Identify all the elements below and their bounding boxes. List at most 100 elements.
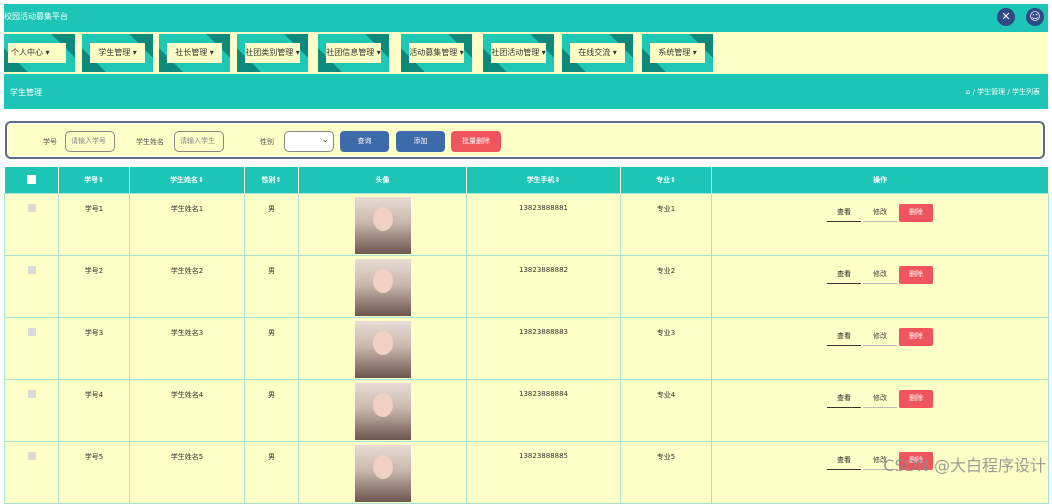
cell-gender: 男 (244, 192, 299, 256)
nav-label: 个人中心 ▾ (8, 43, 66, 63)
edit-button[interactable]: 修改 (863, 390, 897, 408)
row-checkbox[interactable] (27, 389, 36, 398)
table-row: 学号1 学生姓名1 男 13823888881 专业1 查看 修改 删除 (4, 192, 1049, 256)
user-icon[interactable]: ☺ (1026, 8, 1044, 26)
cell-major: 专业4 (620, 378, 712, 442)
breadcrumb: ⌂ / 学生管理 / 学生列表 (965, 88, 1040, 96)
sort-icon: ⇕ (670, 175, 676, 184)
view-button[interactable]: 查看 (827, 328, 861, 346)
row-checkbox[interactable] (27, 265, 36, 274)
nav-label: 社团类别管理 ▾ (245, 43, 300, 63)
nav-label: 社团信息管理 ▾ (326, 43, 381, 63)
query-button[interactable]: 查询 (340, 131, 389, 152)
row-checkbox[interactable] (27, 203, 36, 212)
name-label: 学生姓名 (136, 138, 164, 146)
nav-label: 系统管理 ▾ (650, 43, 705, 63)
col-xuehao[interactable]: 学号⇕ (58, 167, 130, 193)
nav-item-personal[interactable]: 个人中心 ▾ (4, 34, 75, 72)
delete-button[interactable]: 删除 (899, 327, 933, 346)
avatar (354, 444, 411, 502)
cell-phone: 13823888885 (466, 440, 621, 504)
sort-icon: ⇕ (98, 175, 104, 184)
nav-label: 社长管理 ▾ (167, 43, 222, 63)
table-row: 学号4 学生姓名4 男 13823888884 专业4 查看 修改 删除 (4, 378, 1049, 442)
cell-major: 专业2 (620, 254, 712, 318)
cell-xuehao: 学号4 (58, 378, 130, 442)
cell-phone: 13823888884 (466, 378, 621, 442)
table-header: 学号⇕ 学生姓名⇕ 性别⇕ 头像 学生手机⇕ 专业⇕ 操作 (4, 167, 1049, 193)
cell-name: 学生姓名3 (129, 316, 245, 380)
view-button[interactable]: 查看 (827, 266, 861, 284)
cell-xuehao: 学号2 (58, 254, 130, 318)
cell-xuehao: 学号1 (58, 192, 130, 256)
cell-xuehao: 学号5 (58, 440, 130, 504)
col-actions: 操作 (711, 167, 1049, 193)
delete-button[interactable]: 删除 (899, 389, 933, 408)
view-button[interactable]: 查看 (827, 390, 861, 408)
cell-major: 专业3 (620, 316, 712, 380)
xuehao-input[interactable]: 请输入学号 (65, 131, 115, 152)
nav-item-students[interactable]: 学生管理 ▾ (82, 34, 153, 72)
cell-major: 专业1 (620, 192, 712, 256)
cell-gender: 男 (244, 254, 299, 318)
expand-icon[interactable]: ✕ (997, 8, 1015, 26)
batch-delete-button[interactable]: 批量删除 (451, 131, 501, 152)
home-icon[interactable]: ⌂ (966, 88, 970, 96)
edit-button[interactable]: 修改 (863, 328, 897, 346)
nav-item-chat[interactable]: 在线交流 ▾ (562, 34, 633, 72)
nav-item-system[interactable]: 系统管理 ▾ (642, 34, 713, 72)
delete-button[interactable]: 删除 (899, 265, 933, 284)
col-major[interactable]: 专业⇕ (620, 167, 712, 193)
col-phone[interactable]: 学生手机⇕ (466, 167, 621, 193)
cell-name: 学生姓名5 (129, 440, 245, 504)
cell-name: 学生姓名1 (129, 192, 245, 256)
sort-icon: ⇕ (275, 175, 282, 184)
avatar (354, 196, 411, 254)
sort-icon: ⇕ (198, 175, 204, 184)
cell-gender: 男 (244, 440, 299, 504)
cell-phone: 13823888881 (466, 192, 621, 256)
select-all-header[interactable] (4, 167, 59, 193)
row-checkbox[interactable] (27, 327, 36, 336)
nav-label: 在线交流 ▾ (570, 43, 625, 63)
cell-major: 专业5 (620, 440, 712, 504)
view-button[interactable]: 查看 (827, 204, 861, 222)
view-button[interactable]: 查看 (827, 452, 861, 470)
app-title: 校园活动募集平台 (4, 12, 68, 21)
xuehao-label: 学号 (43, 138, 57, 146)
col-avatar: 头像 (298, 167, 467, 193)
delete-button[interactable]: 删除 (899, 203, 933, 222)
row-checkbox[interactable] (27, 451, 36, 460)
top-bar: 校园活动募集平台 ✕ ☺ (4, 4, 1048, 32)
page-header: 学生管理 ⌂ / 学生管理 / 学生列表 (4, 74, 1048, 109)
edit-button[interactable]: 修改 (863, 204, 897, 222)
add-button[interactable]: 添加 (396, 131, 445, 152)
nav-label: 活动募集管理 ▾ (409, 43, 464, 63)
sort-icon: ⇕ (554, 175, 561, 184)
nav-label: 社团活动管理 ▾ (491, 43, 546, 63)
avatar (354, 320, 411, 378)
col-gender[interactable]: 性别⇕ (244, 167, 299, 193)
avatar (354, 258, 411, 316)
cell-gender: 男 (244, 378, 299, 442)
select-all-checkbox[interactable] (26, 175, 36, 185)
cell-name: 学生姓名4 (129, 378, 245, 442)
cell-name: 学生姓名2 (129, 254, 245, 318)
search-form: 学号 请输入学号 学生姓名 请输入学生 性别 ⌄ 查询 添加 批量删除 (5, 121, 1045, 159)
chevron-down-icon: ⌄ (321, 135, 329, 145)
cell-phone: 13823888882 (466, 254, 621, 318)
cell-phone: 13823888883 (466, 316, 621, 380)
nav-item-club-categories[interactable]: 社团类别管理 ▾ (237, 34, 308, 72)
table-row: 学号3 学生姓名3 男 13823888883 专业3 查看 修改 删除 (4, 316, 1049, 380)
nav-item-club-info[interactable]: 社团信息管理 ▾ (318, 34, 389, 72)
page-title: 学生管理 (10, 88, 42, 97)
col-name[interactable]: 学生姓名⇕ (129, 167, 245, 193)
edit-button[interactable]: 修改 (863, 266, 897, 284)
main-nav: 个人中心 ▾ 学生管理 ▾ 社长管理 ▾ 社团类别管理 ▾ 社团信息管理 ▾ 活… (4, 32, 1048, 74)
nav-item-presidents[interactable]: 社长管理 ▾ (159, 34, 230, 72)
nav-label: 学生管理 ▾ (90, 43, 145, 63)
nav-item-recruit[interactable]: 活动募集管理 ▾ (401, 34, 472, 72)
gender-select[interactable]: ⌄ (284, 131, 334, 152)
name-input[interactable]: 请输入学生 (174, 131, 224, 152)
nav-item-club-activities[interactable]: 社团活动管理 ▾ (483, 34, 554, 72)
